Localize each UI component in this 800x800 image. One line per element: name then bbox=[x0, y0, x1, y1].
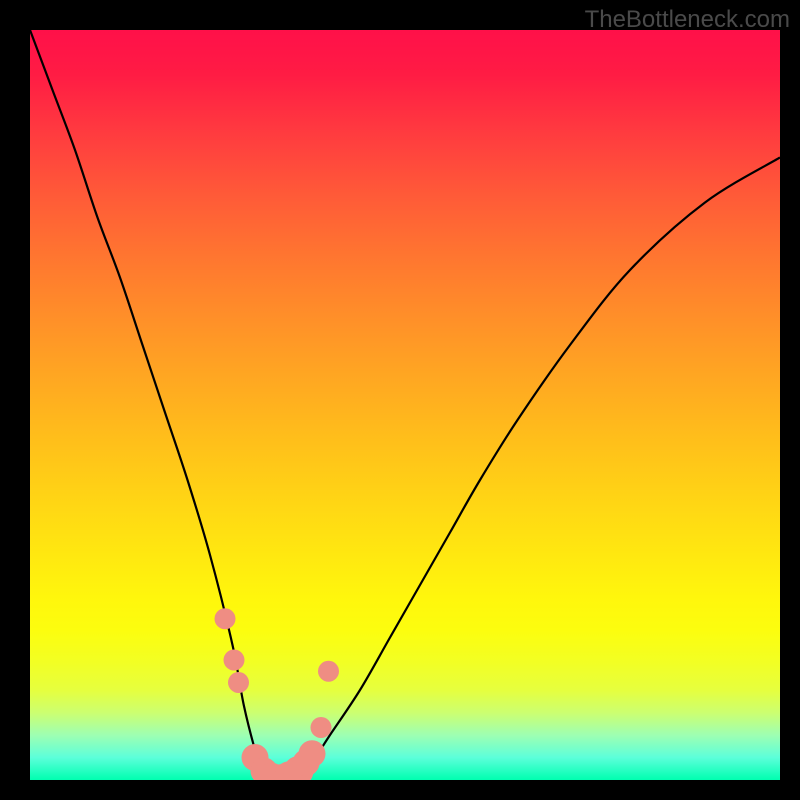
bottleneck-curve bbox=[30, 30, 780, 780]
watermark-text: TheBottleneck.com bbox=[585, 6, 790, 34]
data-point bbox=[318, 661, 339, 682]
data-markers bbox=[215, 608, 340, 780]
plot-area bbox=[30, 30, 780, 780]
data-point bbox=[311, 717, 332, 738]
data-point bbox=[228, 672, 249, 693]
data-point bbox=[299, 740, 326, 767]
chart-svg bbox=[30, 30, 780, 780]
data-point bbox=[224, 650, 245, 671]
data-point bbox=[215, 608, 236, 629]
chart-container: TheBottleneck.com bbox=[0, 0, 800, 800]
